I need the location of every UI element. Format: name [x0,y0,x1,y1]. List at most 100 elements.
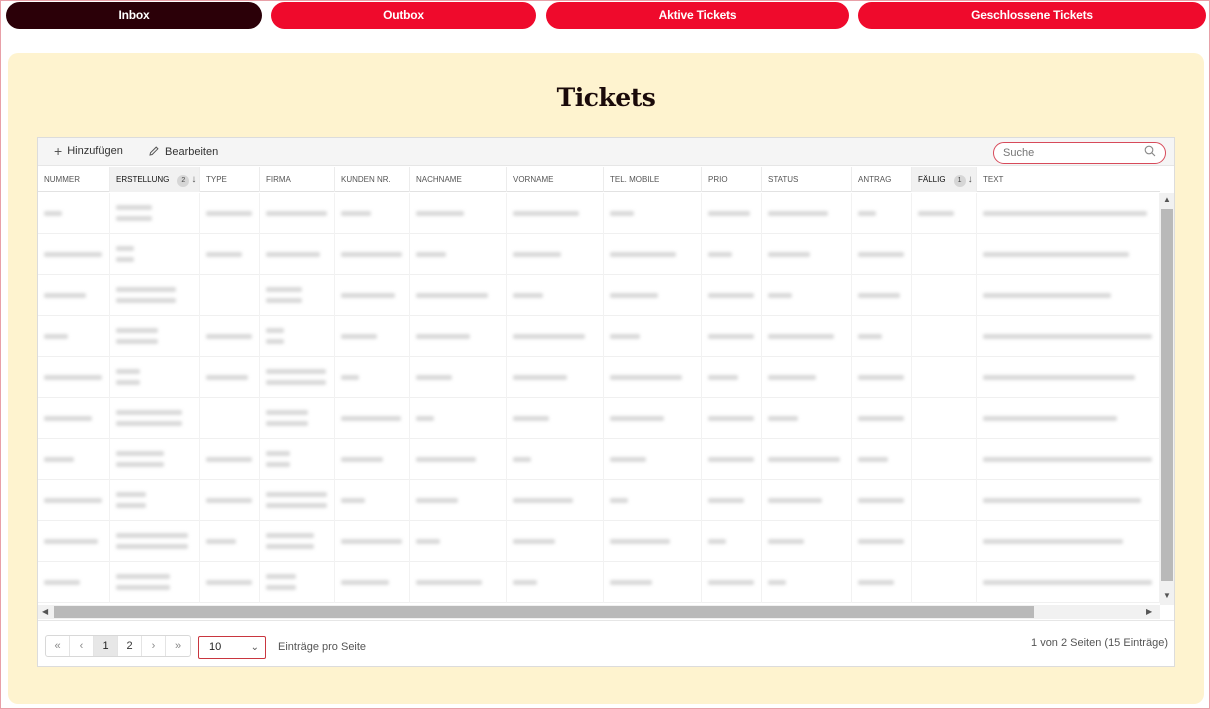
page-1-button[interactable]: 1 [94,636,118,656]
col-kunden-nr[interactable]: KUNDEN NR. [335,167,410,192]
blurred-text [266,533,314,538]
blurred-text [116,246,134,251]
horizontal-scroll-thumb[interactable] [54,606,1034,618]
col-erstellung[interactable]: ERSTELLUNG 2 ↓ [110,167,200,192]
blurred-text [206,580,252,585]
edit-button[interactable]: Bearbeiten [148,145,218,158]
search-input[interactable] [1003,143,1143,163]
col-type[interactable]: TYPE [200,167,260,192]
table-cell [702,398,762,439]
blurred-text [341,539,402,544]
page-size-select[interactable]: 10 ⌄ [198,636,266,659]
table-cell [507,480,604,521]
table-cell [977,480,1160,521]
plus-icon: + [54,143,63,159]
blurred-text [116,451,164,456]
add-button[interactable]: + Hinzufügen [54,143,123,159]
col-firma[interactable]: FIRMA [260,167,335,192]
table-cell [977,562,1160,603]
table-row[interactable] [38,275,1160,316]
scroll-up-icon[interactable]: ▲ [1160,195,1174,204]
table-row[interactable] [38,357,1160,398]
scroll-left-icon[interactable]: ◀ [42,605,48,619]
first-page-button[interactable]: « [46,636,70,656]
table-cell [110,275,200,316]
table-row[interactable] [38,521,1160,562]
search-icon[interactable] [1144,145,1156,160]
col-faellig[interactable]: FÄLLIG 1 ↓ [912,167,977,192]
col-label: NUMMER [44,175,80,184]
next-page-button[interactable]: › [142,636,166,656]
table-row[interactable] [38,316,1160,357]
table-cell [912,357,977,398]
grid-toolbar: + Hinzufügen Bearbeiten [38,138,1174,166]
table-row[interactable] [38,398,1160,439]
horizontal-scrollbar[interactable]: ◀ ▶ [38,605,1160,619]
blurred-text [513,293,543,298]
last-page-button[interactable]: » [166,636,190,656]
prev-page-button[interactable]: ‹ [70,636,94,656]
blurred-text [416,498,458,503]
blurred-text [206,252,242,257]
page-2-button[interactable]: 2 [118,636,142,656]
blurred-text [341,375,359,380]
blurred-text [44,375,102,380]
table-cell [604,275,702,316]
table-row[interactable] [38,439,1160,480]
table-row[interactable] [38,193,1160,234]
tab-outbox[interactable]: Outbox [271,2,536,29]
table-cell [410,398,507,439]
table-cell [38,439,110,480]
tab-inbox[interactable]: Inbox [6,2,262,29]
table-cell [604,193,702,234]
col-antrag[interactable]: ANTRAG [852,167,912,192]
col-prio[interactable]: PRIO [702,167,762,192]
table-cell [702,357,762,398]
table-cell [200,234,260,275]
table-row[interactable] [38,562,1160,603]
blurred-text [116,533,188,538]
table-cell [38,193,110,234]
blurred-text [266,503,327,508]
scroll-right-icon[interactable]: ▶ [1146,605,1152,619]
col-vorname[interactable]: VORNAME [507,167,604,192]
col-nachname[interactable]: NACHNAME [410,167,507,192]
table-cell [260,193,335,234]
tab-closed-tickets[interactable]: Geschlossene Tickets [858,2,1206,29]
table-cell [335,521,410,562]
table-cell [110,521,200,562]
table-cell [604,439,702,480]
col-label: NACHNAME [416,175,462,184]
blurred-text [513,375,567,380]
blurred-text [116,380,140,385]
col-nummer[interactable]: NUMMER [38,167,110,192]
blurred-text [266,328,284,333]
blurred-text [708,211,750,216]
blurred-text [266,462,290,467]
blurred-text [116,328,158,333]
blurred-text [768,580,786,585]
blurred-text [768,457,840,462]
blurred-text [513,539,555,544]
col-tel-mobile[interactable]: TEL. MOBILE [604,167,702,192]
blurred-text [858,211,876,216]
blurred-text [116,339,158,344]
blurred-text [513,211,579,216]
table-cell [852,521,912,562]
table-row[interactable] [38,234,1160,275]
blurred-text [266,574,296,579]
table-row[interactable] [38,480,1160,521]
tab-active-tickets[interactable]: Aktive Tickets [546,2,849,29]
edit-label: Bearbeiten [165,145,219,158]
table-cell [38,316,110,357]
table-cell [702,480,762,521]
table-cell [110,193,200,234]
vertical-scrollbar[interactable]: ▲ ▼ [1160,193,1174,605]
blurred-text [341,334,377,339]
blurred-text [983,498,1141,503]
col-text[interactable]: TEXT [977,167,1160,192]
scroll-down-icon[interactable]: ▼ [1160,591,1174,600]
blurred-text [116,369,140,374]
col-status[interactable]: STATUS [762,167,852,192]
vertical-scroll-thumb[interactable] [1161,209,1173,581]
